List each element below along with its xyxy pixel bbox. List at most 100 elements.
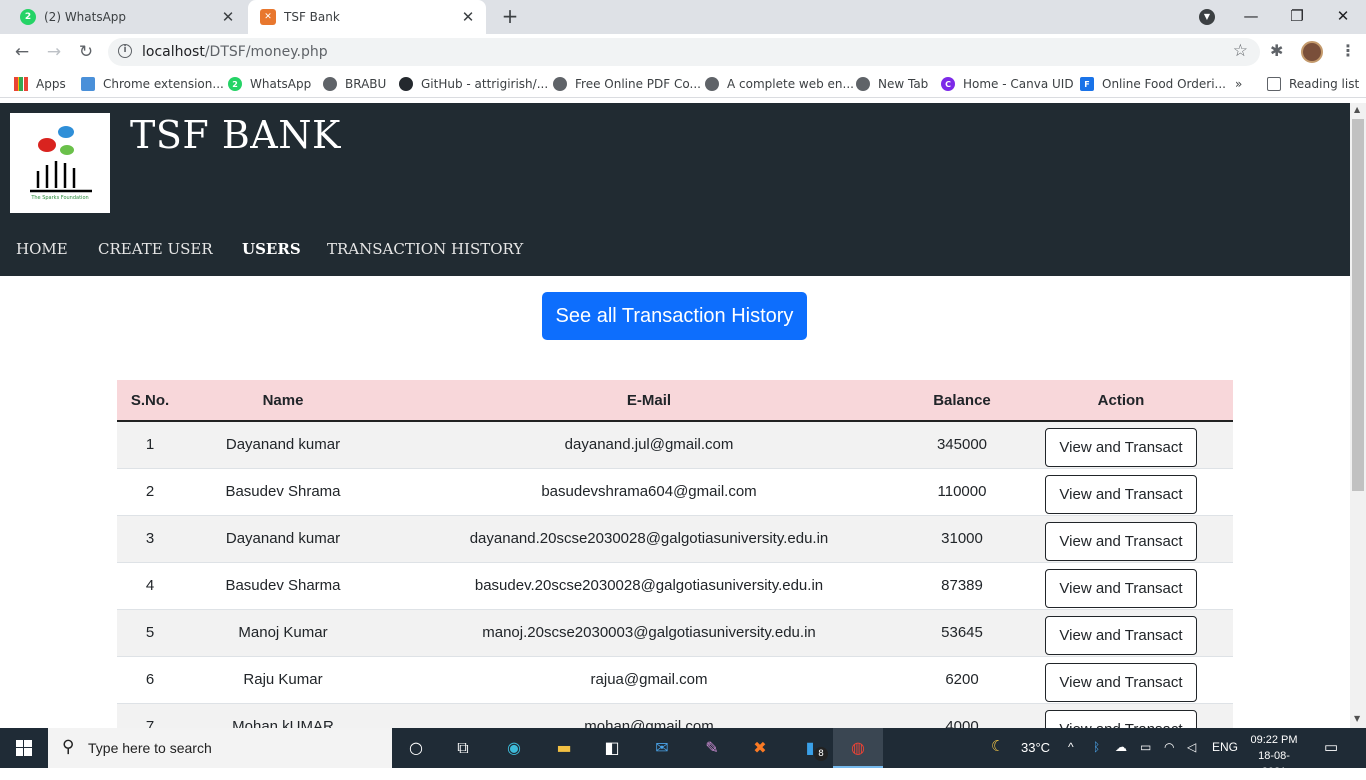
globe-icon — [553, 77, 567, 91]
header-email: E-Mail — [383, 380, 915, 422]
cell-sno: 5 — [117, 609, 183, 657]
extensions-icon[interactable]: ✱ — [1270, 41, 1283, 60]
site-info-icon[interactable]: i — [118, 44, 132, 58]
mail-icon[interactable]: ✉ — [650, 736, 674, 760]
nav-users[interactable]: USERS — [242, 240, 301, 258]
show-hidden-icons-icon[interactable]: ^ — [1068, 740, 1074, 754]
table-row: 7 Mohan kUMAR mohan@gmail.com 4000 View … — [117, 703, 1233, 728]
close-icon[interactable]: ✕ — [456, 8, 480, 26]
notifications-icon[interactable]: ▭ — [1324, 738, 1338, 756]
reload-icon[interactable]: ↻ — [74, 40, 98, 64]
cell-sno: 7 — [117, 703, 183, 728]
search-icon: ⚲ — [62, 737, 75, 757]
forward-icon[interactable]: → — [42, 40, 66, 64]
close-icon[interactable]: ✕ — [216, 8, 240, 26]
back-icon[interactable]: ← — [10, 40, 34, 64]
view-and-transact-button[interactable]: View and Transact — [1045, 569, 1197, 608]
bookmark-canva[interactable]: C Home - Canva UID — [941, 75, 1074, 93]
bookmark-whatsapp[interactable]: 2 WhatsApp — [228, 75, 311, 93]
page-scrollbar[interactable]: ▲ ▼ — [1350, 103, 1366, 728]
xampp-icon[interactable]: ✖ — [748, 736, 772, 760]
cell-action: View and Transact — [1009, 703, 1233, 728]
paint-icon[interactable]: ✎ — [700, 736, 724, 760]
cell-email: manoj.20scse2030003@galgotiasuniversity.… — [383, 609, 915, 657]
see-transaction-history-button[interactable]: See all Transaction History — [542, 292, 807, 340]
browser-tabstrip: 2 (2) WhatsApp ✕ ✕ TSF Bank ✕ + ▼ — ❐ ✕ — [0, 0, 1366, 34]
cell-name: Basudev Sharma — [183, 562, 383, 610]
cell-action: View and Transact — [1009, 468, 1233, 516]
bookmark-github[interactable]: GitHub - attrigirish/... — [399, 75, 548, 93]
window-close-button[interactable]: ✕ — [1320, 0, 1366, 34]
bookmark-new-tab[interactable]: New Tab — [856, 75, 928, 93]
wifi-icon[interactable]: ◠ — [1164, 740, 1174, 754]
bookmark-web-en[interactable]: A complete web en... — [705, 75, 854, 93]
chrome-icon: ◍ — [851, 738, 865, 757]
cell-action: View and Transact — [1009, 562, 1233, 610]
edge-icon[interactable]: ◉ — [502, 736, 526, 760]
cell-email: mohan@gmail.com — [383, 703, 915, 728]
cell-balance: 31000 — [915, 515, 1009, 563]
bookmark-star-icon[interactable]: ☆ — [1233, 41, 1248, 61]
cortana-icon[interactable]: ○ — [404, 736, 428, 760]
tab-search-icon[interactable]: ▼ — [1199, 9, 1215, 25]
bookmark-brabu[interactable]: BRABU — [323, 75, 386, 93]
cell-action: View and Transact — [1009, 421, 1233, 469]
bluetooth-icon[interactable]: ᛒ — [1093, 740, 1100, 754]
taskbar-clock[interactable]: 09:22 PM 18-08-2021 — [1246, 732, 1302, 780]
bookmark-chrome-extension[interactable]: Chrome extension... — [81, 75, 224, 93]
users-table: S.No. Name E-Mail Balance Action 1 Dayan… — [117, 380, 1233, 728]
view-and-transact-button[interactable]: View and Transact — [1045, 710, 1197, 728]
task-view-icon[interactable]: ⧉ — [451, 736, 475, 760]
new-tab-button[interactable]: + — [498, 4, 522, 28]
bookmark-apps[interactable]: Apps — [14, 75, 66, 93]
cell-email: rajua@gmail.com — [383, 656, 915, 704]
url-text: localhost/DTSF/money.php — [142, 44, 328, 60]
nav-home[interactable]: HOME — [16, 240, 68, 258]
scrollbar-thumb[interactable] — [1352, 119, 1364, 491]
xampp-icon: ✕ — [260, 9, 276, 25]
sparks-foundation-logo: The Sparks Foundation — [10, 113, 110, 213]
table-row: 4 Basudev Sharma basudev.20scse2030028@g… — [117, 562, 1233, 610]
bookmarks-overflow-button[interactable]: » — [1235, 75, 1242, 93]
windows-start-button[interactable] — [0, 728, 48, 768]
language-indicator[interactable]: ENG — [1212, 740, 1238, 754]
tab-tsf-bank[interactable]: ✕ TSF Bank ✕ — [248, 0, 486, 34]
onedrive-icon[interactable]: ☁ — [1115, 740, 1127, 754]
weather-icon[interactable]: ☾ — [991, 737, 1004, 755]
profile-avatar[interactable] — [1301, 41, 1323, 63]
cell-action: View and Transact — [1009, 515, 1233, 563]
apps-grid-icon — [14, 77, 28, 91]
minimize-button[interactable]: — — [1228, 0, 1274, 34]
file-explorer-icon[interactable]: ▬ — [552, 736, 576, 760]
f-logo-icon: F — [1080, 77, 1094, 91]
menu-icon[interactable]: ⋮ — [1340, 41, 1356, 60]
volume-icon[interactable]: ◁ — [1187, 740, 1196, 754]
cell-name: Raju Kumar — [183, 656, 383, 704]
tab-whatsapp[interactable]: 2 (2) WhatsApp ✕ — [8, 0, 246, 34]
view-and-transact-button[interactable]: View and Transact — [1045, 663, 1197, 702]
store-icon[interactable]: ◧ — [600, 736, 624, 760]
taskbar-search-box[interactable]: ⚲ Type here to search — [48, 728, 392, 768]
cell-sno: 3 — [117, 515, 183, 563]
address-bar[interactable]: i localhost/DTSF/money.php ☆ — [108, 38, 1260, 66]
scroll-down-icon[interactable]: ▼ — [1354, 714, 1360, 723]
cell-balance: 345000 — [915, 421, 1009, 469]
nav-transaction-history[interactable]: TRANSACTION HISTORY — [327, 240, 523, 258]
scroll-up-icon[interactable]: ▲ — [1354, 105, 1360, 114]
chrome-taskbar-item[interactable]: ◍ — [833, 728, 883, 768]
cell-sno: 6 — [117, 656, 183, 704]
bookmark-pdf[interactable]: Free Online PDF Co... — [553, 75, 701, 93]
view-and-transact-button[interactable]: View and Transact — [1045, 475, 1197, 514]
weather-temp[interactable]: 33°C — [1021, 740, 1050, 755]
restore-button[interactable]: ❐ — [1274, 0, 1320, 34]
view-and-transact-button[interactable]: View and Transact — [1045, 522, 1197, 561]
browser-toolbar: ← → ↻ i localhost/DTSF/money.php ☆ ✱ ⋮ — [0, 34, 1366, 70]
cell-balance: 4000 — [915, 703, 1009, 728]
bookmark-food[interactable]: F Online Food Orderi... — [1080, 75, 1226, 93]
view-and-transact-button[interactable]: View and Transact — [1045, 428, 1197, 468]
cell-email: dayanand.jul@gmail.com — [383, 421, 915, 469]
view-and-transact-button[interactable]: View and Transact — [1045, 616, 1197, 655]
reading-list-button[interactable]: Reading list — [1267, 75, 1359, 93]
battery-icon[interactable]: ▭ — [1140, 740, 1151, 754]
nav-create-user[interactable]: CREATE USER — [98, 240, 213, 258]
